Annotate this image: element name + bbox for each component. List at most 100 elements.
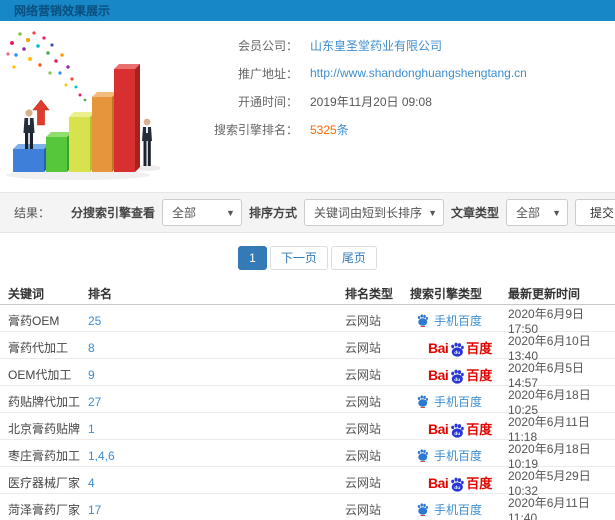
promo-url-link[interactable]: http://www.shandonghuangshengtang.cn: [310, 66, 527, 80]
header-rank: 排名: [88, 287, 113, 301]
baidu-logo-text: Bai: [428, 340, 449, 356]
rank-type-cell: 云网站: [345, 422, 382, 436]
businessman-right: [142, 118, 152, 166]
header-keyword: 关键词: [8, 287, 45, 301]
up-arrow-icon: [32, 99, 50, 126]
company-link[interactable]: 山东皇圣堂药业有限公司: [310, 37, 442, 54]
marketing-report-page: 网络营销效果展示 会员公司： 山东皇圣堂药业有限公司 推广地址： http://…: [0, 0, 615, 520]
baidu-logo-cn-text: 百度: [466, 476, 493, 491]
rank-link[interactable]: 1,4,6: [88, 449, 345, 463]
engine-cell: 手机百度: [410, 393, 508, 410]
hero-section: 会员公司： 山东皇圣堂药业有限公司 推广地址： http://www.shand…: [0, 21, 615, 192]
rank-type-cell: 云网站: [345, 449, 382, 463]
businessman-left: [23, 109, 35, 149]
rank-link[interactable]: 8: [88, 341, 345, 355]
engine-filter-label: 分搜索引擎查看: [70, 206, 155, 220]
table-row: 枣庄膏药加工 1,4,6 云网站 手机百度 2020年6月18日 10:19: [0, 440, 615, 471]
filter-controls: 分搜索引擎查看 全部 ▼ 排序方式 关键词由短到长排序 ▼ 文章类型 全部 ▼ …: [71, 199, 615, 226]
keyword-cell: 菏泽膏药厂家: [8, 503, 81, 517]
keyword-cell: 药贴牌代加工: [8, 395, 81, 409]
table-row: 菏泽膏药厂家 17 云网站 手机百度 2020年6月11日 11:40: [0, 494, 615, 520]
baidu-logo: Bai du 百度: [428, 340, 493, 357]
baidu-paw-icon: du: [451, 369, 465, 384]
table-row: 北京膏药贴牌 1 云网站 Bai du 百度 2020年6月11日 11:18: [0, 413, 615, 444]
updated-cell: 2020年6月11日 11:40: [508, 496, 590, 520]
last-page-button[interactable]: 尾页: [330, 246, 377, 270]
keyword-cell: 北京膏药贴牌: [8, 422, 81, 436]
table-row: 膏药OEM 25 云网站 手机百度 2020年6月9日 17:50: [0, 305, 615, 336]
company-label: 会员公司：: [237, 38, 298, 53]
table-row: 医疗器械厂家 4 云网站 Bai du 百度 2020年5月29日 10:32: [0, 467, 615, 498]
baidu-paw-icon: du: [451, 477, 465, 492]
engine-filter-value: 全部: [171, 206, 196, 220]
rank-link[interactable]: 9: [88, 368, 345, 382]
engine-cell: Bai du 百度: [410, 367, 508, 384]
title-bar: 网络营销效果展示: [0, 0, 615, 21]
rank-count-value: 5325条: [310, 121, 349, 138]
baidu-paw-icon: du: [451, 342, 465, 357]
article-type-select[interactable]: 全部 ▼: [506, 199, 568, 226]
mobile-baidu-text: 手机百度: [434, 449, 483, 463]
baidu-paw-icon: du: [451, 423, 465, 438]
keyword-cell: 膏药OEM: [8, 314, 60, 328]
page-button-1[interactable]: 1: [238, 246, 267, 270]
caret-down-icon: ▼: [226, 207, 235, 218]
sort-select[interactable]: 关键词由短到长排序 ▼: [303, 199, 444, 226]
table-row: 药贴牌代加工 27 云网站 手机百度 2020年6月18日 10:25: [0, 386, 615, 417]
result-label: 结果：: [14, 206, 51, 220]
rank-count-suffix: 条: [336, 122, 349, 137]
rank-type-cell: 云网站: [345, 341, 382, 355]
engine-cell: 手机百度: [410, 312, 508, 329]
baidu-logo: Bai du 百度: [428, 367, 492, 384]
header-engine-type: 搜索引擎类型: [410, 287, 483, 301]
mobile-baidu-label: 手机百度: [416, 312, 482, 329]
rank-count-number: 5325: [310, 122, 337, 137]
baidu-logo-text: Bai: [428, 367, 449, 383]
info-row-url: 推广地址： http://www.shandonghuangshengtang.…: [178, 59, 527, 87]
bar-red: [114, 64, 140, 172]
sort-value: 关键词由短到长排序: [313, 206, 422, 220]
header-updated: 最新更新时间: [508, 287, 581, 301]
rank-type-cell: 云网站: [345, 314, 382, 328]
engine-cell: 手机百度: [410, 501, 508, 518]
mobile-baidu-paw-icon: [417, 314, 428, 327]
baidu-logo: Bai du 百度: [428, 421, 493, 438]
page-title: 网络营销效果展示: [14, 4, 111, 18]
info-row-rank-count: 搜索引擎排名： 5325条: [178, 115, 527, 143]
svg-text:du: du: [455, 485, 461, 491]
engine-filter-select[interactable]: 全部 ▼: [161, 199, 242, 226]
keyword-cell: 膏药代加工: [8, 341, 69, 355]
confetti-dots: [6, 31, 87, 102]
rank-link[interactable]: 27: [88, 395, 345, 409]
bar-yellow: [69, 112, 95, 172]
next-page-button[interactable]: 下一页: [269, 246, 328, 270]
mobile-baidu-label: 手机百度: [416, 393, 482, 410]
baidu-logo-text: Bai: [428, 421, 449, 437]
table-header-row: 关键词 排名 排名类型 搜索引擎类型 最新更新时间: [0, 283, 615, 305]
submit-button[interactable]: 提交: [575, 199, 615, 226]
baidu-logo-cn-text: 百度: [466, 422, 493, 437]
header-rank-type: 排名类型: [345, 287, 394, 301]
article-type-value: 全部: [516, 206, 541, 220]
rank-link[interactable]: 1: [88, 422, 345, 436]
keyword-cell: OEM代加工: [8, 368, 72, 382]
baidu-logo-cn-text: 百度: [466, 341, 493, 356]
rank-link[interactable]: 25: [88, 314, 345, 328]
rank-link[interactable]: 4: [88, 476, 345, 490]
mobile-baidu-paw-icon: [417, 503, 428, 516]
mobile-baidu-paw-icon: [417, 395, 428, 408]
article-type-label: 文章类型: [450, 206, 499, 220]
rank-link[interactable]: 17: [88, 503, 345, 517]
engine-cell: Bai du 百度: [410, 475, 508, 492]
growth-bar-chart-graphic: [6, 31, 161, 180]
table-row: OEM代加工 9 云网站 Bai du 百度 2020年6月5日 14:57: [0, 359, 615, 390]
mobile-baidu-label: 手机百度: [416, 447, 482, 464]
table-row: 膏药代加工 8 云网站 Bai du 百度 2020年6月10日 13:40: [0, 332, 615, 363]
engine-cell: 手机百度: [410, 447, 508, 464]
caret-down-icon: ▼: [428, 207, 437, 218]
filter-bar: 结果： 分搜索引擎查看 全部 ▼ 排序方式 关键词由短到长排序 ▼ 文章类型 全…: [0, 192, 615, 233]
table-body: 膏药OEM 25 云网站 手机百度 2020年6月9日 17:50 膏药代加工 …: [0, 305, 615, 520]
sort-label: 排序方式: [248, 206, 297, 220]
svg-text:du: du: [455, 350, 461, 356]
rank-type-cell: 云网站: [345, 476, 382, 490]
